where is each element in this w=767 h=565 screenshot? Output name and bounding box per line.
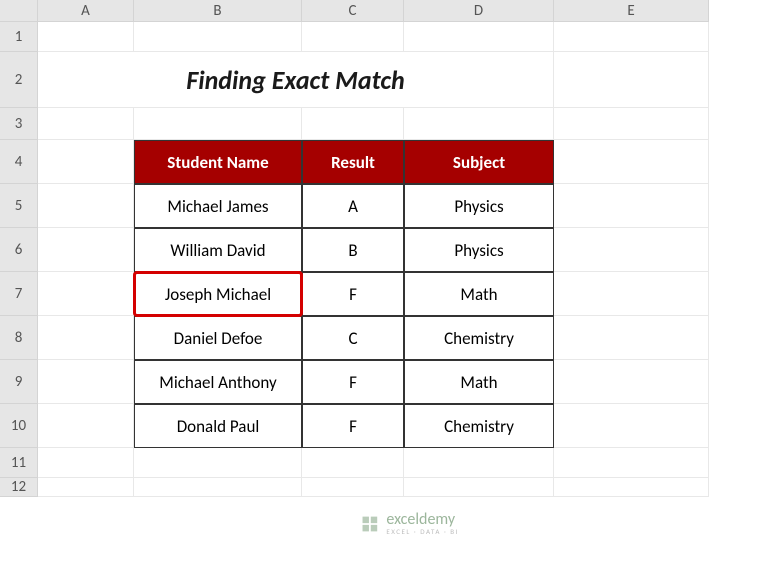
cell-E10[interactable] (554, 404, 709, 448)
table-row[interactable]: B (302, 228, 404, 272)
cell-E12[interactable] (554, 478, 709, 497)
cell-E1[interactable] (554, 22, 709, 52)
cell-B12[interactable] (134, 478, 302, 497)
row-header-9[interactable]: 9 (0, 360, 38, 404)
table-row[interactable]: William David (134, 228, 302, 272)
cell-A8[interactable] (38, 316, 134, 360)
cell-A7[interactable] (38, 272, 134, 316)
cell-B1[interactable] (134, 22, 302, 52)
title-cell[interactable]: Finding Exact Match (38, 52, 554, 108)
cell-A12[interactable] (38, 478, 134, 497)
cell-E2[interactable] (554, 52, 709, 108)
watermark-sub: EXCEL · DATA · BI (386, 528, 459, 535)
row-header-5[interactable]: 5 (0, 184, 38, 228)
table-header-result[interactable]: Result (302, 140, 404, 184)
table-row[interactable]: Michael Anthony (134, 360, 302, 404)
cell-D12[interactable] (404, 478, 554, 497)
cell-A3[interactable] (38, 108, 134, 140)
exceldemy-icon (358, 513, 380, 535)
cell-A9[interactable] (38, 360, 134, 404)
table-row[interactable]: A (302, 184, 404, 228)
cell-A4[interactable] (38, 140, 134, 184)
cell-C3[interactable] (302, 108, 404, 140)
col-header-B[interactable]: B (134, 0, 302, 22)
cell-C1[interactable] (302, 22, 404, 52)
table-row[interactable]: Chemistry (404, 316, 554, 360)
table-row[interactable]: F (302, 272, 404, 316)
cell-C12[interactable] (302, 478, 404, 497)
row-header-8[interactable]: 8 (0, 316, 38, 360)
col-header-C[interactable]: C (302, 0, 404, 22)
table-row-highlighted[interactable]: Joseph Michael (134, 272, 302, 316)
cell-B11[interactable] (134, 448, 302, 478)
cell-E5[interactable] (554, 184, 709, 228)
select-all-corner[interactable] (0, 0, 38, 22)
cell-D11[interactable] (404, 448, 554, 478)
cell-A10[interactable] (38, 404, 134, 448)
row-header-4[interactable]: 4 (0, 140, 38, 184)
table-header-subject[interactable]: Subject (404, 140, 554, 184)
cell-E9[interactable] (554, 360, 709, 404)
cell-E7[interactable] (554, 272, 709, 316)
cell-C11[interactable] (302, 448, 404, 478)
table-row[interactable]: Michael James (134, 184, 302, 228)
cell-E3[interactable] (554, 108, 709, 140)
cell-E6[interactable] (554, 228, 709, 272)
col-header-D[interactable]: D (404, 0, 554, 22)
table-row[interactable]: C (302, 316, 404, 360)
table-row[interactable]: Daniel Defoe (134, 316, 302, 360)
cell-A5[interactable] (38, 184, 134, 228)
cell-A1[interactable] (38, 22, 134, 52)
row-header-11[interactable]: 11 (0, 448, 38, 478)
table-row[interactable]: Physics (404, 184, 554, 228)
row-header-6[interactable]: 6 (0, 228, 38, 272)
cell-D1[interactable] (404, 22, 554, 52)
row-header-2[interactable]: 2 (0, 52, 38, 108)
cell-E4[interactable] (554, 140, 709, 184)
watermark: exceldemy EXCEL · DATA · BI (358, 512, 459, 535)
col-header-E[interactable]: E (554, 0, 709, 22)
cell-E8[interactable] (554, 316, 709, 360)
table-row[interactable]: Math (404, 360, 554, 404)
row-header-1[interactable]: 1 (0, 22, 38, 52)
table-row[interactable]: Math (404, 272, 554, 316)
row-header-3[interactable]: 3 (0, 108, 38, 140)
table-row[interactable]: Chemistry (404, 404, 554, 448)
table-row[interactable]: F (302, 360, 404, 404)
cell-A6[interactable] (38, 228, 134, 272)
watermark-brand: exceldemy (386, 512, 459, 528)
row-header-10[interactable]: 10 (0, 404, 38, 448)
row-header-7[interactable]: 7 (0, 272, 38, 316)
table-row[interactable]: Physics (404, 228, 554, 272)
col-header-A[interactable]: A (38, 0, 134, 22)
row-header-12[interactable]: 12 (0, 478, 38, 497)
table-header-name[interactable]: Student Name (134, 140, 302, 184)
spreadsheet-grid: A B C D E 1 2 Finding Exact Match 3 4 St… (0, 0, 767, 497)
table-row[interactable]: F (302, 404, 404, 448)
cell-B3[interactable] (134, 108, 302, 140)
cell-E11[interactable] (554, 448, 709, 478)
cell-A11[interactable] (38, 448, 134, 478)
cell-D3[interactable] (404, 108, 554, 140)
table-row[interactable]: Donald Paul (134, 404, 302, 448)
